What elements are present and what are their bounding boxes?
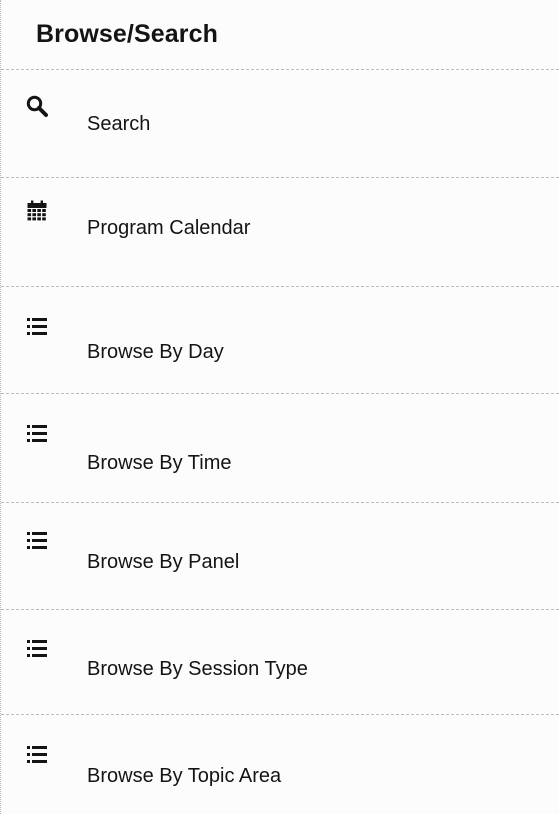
menu-item-browse-by-session-type[interactable]: Browse By Session Type: [1, 610, 559, 715]
list-icon: [25, 529, 49, 553]
menu-item-label: Browse By Panel: [87, 551, 240, 573]
browse-search-panel: Browse/Search Search Program Calendar Br…: [0, 0, 559, 814]
list-icon: [25, 315, 49, 339]
calendar-icon: [25, 200, 49, 224]
menu-item-label: Browse By Session Type: [87, 658, 308, 680]
menu-item-label: Browse By Topic Area: [87, 765, 282, 787]
menu-item-label: Browse By Day: [87, 341, 224, 363]
menu-item-label: Program Calendar: [87, 217, 251, 239]
menu-item-browse-by-time[interactable]: Browse By Time: [1, 394, 559, 503]
menu-item-label: Search: [87, 113, 151, 135]
menu-item-browse-by-panel[interactable]: Browse By Panel: [1, 503, 559, 610]
menu-item-browse-by-topic-area[interactable]: Browse By Topic Area: [1, 715, 559, 814]
menu-item-browse-by-day[interactable]: Browse By Day: [1, 287, 559, 394]
search-icon: [25, 94, 49, 118]
page-title: Browse/Search: [36, 20, 218, 48]
list-icon: [25, 637, 49, 661]
menu-item-program-calendar[interactable]: Program Calendar: [1, 178, 559, 287]
menu-item-search[interactable]: Search: [1, 70, 559, 178]
panel-header: Browse/Search: [1, 0, 559, 70]
list-icon: [25, 422, 49, 446]
menu-item-label: Browse By Time: [87, 452, 232, 474]
list-icon: [25, 743, 49, 767]
